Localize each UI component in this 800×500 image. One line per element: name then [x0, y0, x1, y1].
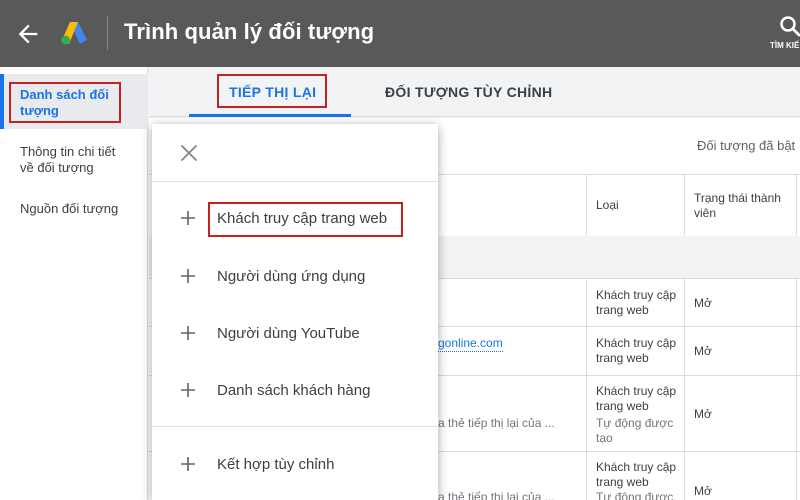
row-type: Khách truy cập trang web	[596, 460, 677, 489]
highlight-box	[208, 202, 403, 237]
page-title: Trình quản lý đối tượng	[124, 19, 375, 44]
column-header-type[interactable]: Loại	[596, 198, 619, 213]
row-status: Mở	[694, 344, 712, 358]
row-type: Khách truy cập trang web	[596, 336, 677, 365]
row-name-link[interactable]: gonline.com	[438, 336, 503, 352]
plus-icon	[181, 326, 195, 340]
panel-divider	[152, 426, 438, 427]
menu-item-label: Danh sách khách hàng	[217, 382, 371, 399]
google-ads-logo	[61, 22, 87, 45]
create-audience-panel: Khách truy cập trang web Người dùng ứng …	[152, 124, 438, 500]
menu-item-label: Kết hợp tùy chỉnh	[217, 456, 335, 473]
column-header-status[interactable]: Trạng thái thành viên	[694, 191, 784, 221]
row-status: Mở	[694, 407, 712, 421]
row-status: Mở	[694, 484, 712, 498]
menu-item-customer-list[interactable]: Danh sách khách hàng	[152, 370, 438, 410]
menu-item-label: Người dùng ứng dụng	[217, 268, 366, 285]
row-type: Khách truy cập trang web	[596, 288, 677, 317]
plus-icon	[181, 383, 195, 397]
plus-icon	[181, 457, 195, 471]
tab-custom-audience[interactable]: ĐỐI TƯỢNG TÙY CHỈNH	[385, 84, 552, 100]
menu-item-label: Người dùng YouTube	[217, 325, 360, 342]
plus-icon	[181, 211, 195, 225]
row-type: Khách truy cập trang web	[596, 384, 677, 413]
panel-divider	[152, 181, 438, 182]
sidebar-item-audience-sources[interactable]: Nguồn đối tượng	[20, 201, 130, 217]
search-label[interactable]: TÌM KIẾ	[770, 41, 799, 50]
active-tab-indicator	[189, 114, 351, 117]
search-icon[interactable]	[778, 14, 800, 38]
sidebar: Danh sách đối tượng Thông tin chi tiết v…	[0, 67, 148, 500]
menu-item-youtube-users[interactable]: Người dùng YouTube	[152, 313, 438, 353]
plus-icon	[181, 269, 195, 283]
menu-item-app-users[interactable]: Người dùng ứng dụng	[152, 256, 438, 296]
row-type-sub: Tự động được tạo	[596, 416, 674, 445]
close-icon[interactable]	[180, 144, 198, 162]
header-divider	[107, 16, 108, 50]
highlight-box	[217, 74, 327, 108]
row-description: a thẻ tiếp thị lại của ...	[438, 490, 555, 500]
row-type-sub: Tự động được	[596, 490, 674, 500]
app-header: Trình quản lý đối tượng TÌM KIẾ	[0, 0, 800, 67]
highlight-box	[9, 82, 121, 123]
tab-bar: TIẾP THỊ LẠI ĐỐI TƯỢNG TÙY CHỈNH	[149, 67, 800, 117]
arrow-left-icon[interactable]	[14, 20, 42, 48]
filter-status[interactable]: Đối tượng đã bật	[697, 138, 795, 153]
menu-item-custom-combination[interactable]: Kết hợp tùy chỉnh	[152, 444, 438, 484]
row-status: Mở	[694, 296, 712, 310]
row-description: a thẻ tiếp thị lại của ...	[438, 416, 555, 430]
sidebar-item-audience-insights[interactable]: Thông tin chi tiết về đối tượng	[20, 144, 130, 176]
